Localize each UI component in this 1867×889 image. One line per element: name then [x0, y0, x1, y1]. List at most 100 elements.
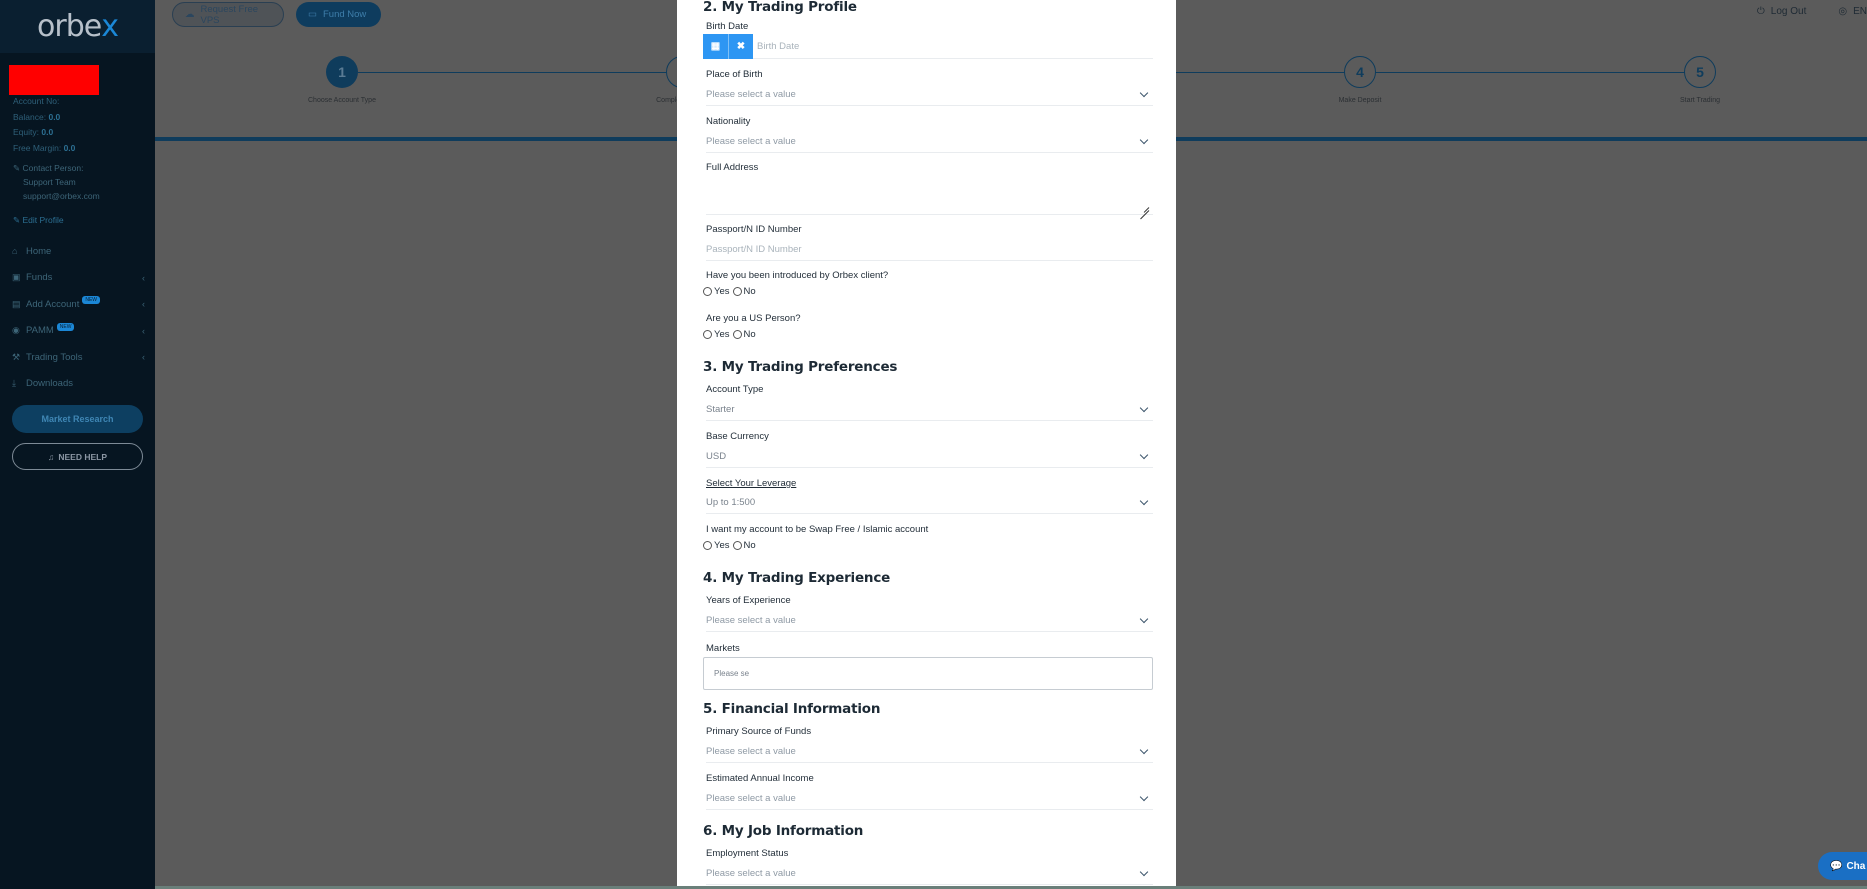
- step-5: 5: [1684, 56, 1716, 88]
- radio-button[interactable]: [703, 287, 712, 296]
- leverage-value: Up to 1:500: [706, 497, 756, 508]
- birth-date-label: Birth Date: [706, 21, 749, 32]
- introduced-yes-option[interactable]: Yes: [703, 286, 730, 297]
- sidebar-item-funds[interactable]: ▣ Funds ‹: [0, 265, 155, 292]
- base-currency-label: Base Currency: [706, 431, 769, 442]
- nationality-select[interactable]: Please select a value: [706, 131, 1153, 153]
- chevron-left-icon: ‹: [142, 299, 145, 310]
- section-trading-experience-title: 4. My Trading Experience: [703, 570, 891, 586]
- chevron-down-icon: [1139, 616, 1149, 626]
- annual-income-label: Estimated Annual Income: [706, 773, 814, 784]
- calendar-icon[interactable]: ▦: [703, 33, 728, 59]
- section-job-information-title: 6. My Job Information: [703, 823, 864, 839]
- employment-status-select[interactable]: Please select a value: [706, 863, 1153, 885]
- place-of-birth-label: Place of Birth: [706, 69, 763, 80]
- orbex-logo[interactable]: orbe x: [0, 0, 155, 53]
- account-type-select[interactable]: Starter: [706, 399, 1153, 421]
- annual-income-select[interactable]: Please select a value: [706, 788, 1153, 810]
- request-vps-button[interactable]: ☁ Request Free VPS: [172, 2, 284, 27]
- balance-label: Balance:: [13, 111, 47, 122]
- no-label: No: [743, 540, 756, 551]
- base-currency-select[interactable]: USD: [706, 446, 1153, 468]
- section-financial-information-title: 5. Financial Information: [703, 701, 881, 717]
- language-selector[interactable]: EN: [1853, 6, 1867, 17]
- swap-free-yes-option[interactable]: Yes: [703, 540, 730, 551]
- sidebar-item-label: PAMM: [26, 325, 54, 337]
- swap-free-no-option[interactable]: No: [732, 540, 756, 551]
- full-address-label: Full Address: [706, 162, 759, 173]
- annual-income-value: Please select a value: [706, 793, 796, 804]
- chevron-left-icon: ‹: [142, 352, 145, 363]
- top-right-actions: ⏻ Log Out ◎ EN: [1757, 6, 1867, 17]
- balance-row: Balance: 0.0: [13, 110, 75, 126]
- cloud-icon: ☁: [185, 9, 195, 20]
- primary-source-select[interactable]: Please select a value: [706, 741, 1153, 763]
- market-research-button[interactable]: Market Research: [12, 405, 143, 433]
- sidebar: orbe x Account No: Balance: 0.0 Equity: 0…: [0, 0, 155, 889]
- new-badge: NEW: [82, 296, 101, 305]
- account-summary: Account No: Balance: 0.0 Equity: 0.0 Fre…: [13, 94, 75, 156]
- birth-date-field: ▦ ✖ Birth Date: [703, 33, 1153, 59]
- equity-row: Equity: 0.0: [13, 125, 75, 141]
- resize-handle-icon[interactable]: [1140, 202, 1149, 211]
- account-type-label: Account Type: [706, 384, 764, 395]
- markets-label: Markets: [706, 643, 740, 654]
- edit-profile-link[interactable]: ✎ Edit Profile: [13, 215, 64, 226]
- chevron-left-icon: ‹: [142, 272, 145, 283]
- logo-x: x: [101, 9, 119, 44]
- sidebar-item-label: Trading Tools: [26, 351, 83, 363]
- chevron-down-icon: [1139, 137, 1149, 147]
- place-of-birth-select[interactable]: Please select a value: [706, 84, 1153, 106]
- sidebar-item-trading-tools[interactable]: ⚒ Trading Tools ‹: [0, 344, 155, 371]
- full-address-textarea[interactable]: [706, 177, 1153, 215]
- chevron-down-icon: [1139, 498, 1149, 508]
- radio-button[interactable]: [703, 330, 712, 339]
- base-currency-value: USD: [706, 451, 727, 462]
- introduced-no-option[interactable]: No: [732, 286, 756, 297]
- need-help-button[interactable]: ♫ NEED HELP: [12, 443, 143, 470]
- sidebar-item-add-account[interactable]: ▤ Add Account NEW ‹: [0, 291, 155, 318]
- registration-modal: 2. My Trading Profile Birth Date ▦ ✖ Bir…: [677, 0, 1176, 889]
- us-person-yes-option[interactable]: Yes: [703, 329, 730, 340]
- logout-link[interactable]: Log Out: [1771, 6, 1807, 17]
- us-person-no-option[interactable]: No: [732, 329, 756, 340]
- fund-now-button[interactable]: ▭ Fund Now: [296, 2, 381, 27]
- chat-bubble-icon: 💬: [1830, 860, 1843, 872]
- chat-widget-button[interactable]: 💬 Cha: [1818, 852, 1867, 880]
- contact-label-row: ✎ Contact Person:: [13, 161, 100, 175]
- passport-input[interactable]: Passport/N ID Number: [706, 239, 1153, 261]
- radio-button[interactable]: [732, 287, 742, 296]
- sidebar-item-label: Funds: [26, 272, 53, 284]
- bell-icon: ♫: [47, 451, 55, 462]
- add-account-icon: ▤: [12, 298, 21, 309]
- request-vps-label: Request Free VPS: [200, 3, 259, 26]
- contact-email[interactable]: support@orbex.com: [13, 189, 100, 203]
- chevron-down-icon: [1139, 869, 1149, 879]
- redacted-account-info: [9, 65, 99, 95]
- pamm-icon: ◉: [12, 325, 20, 336]
- years-of-experience-value: Please select a value: [706, 615, 796, 626]
- leverage-label[interactable]: Select Your Leverage: [706, 478, 796, 489]
- us-person-question: Are you a US Person?: [706, 313, 801, 324]
- chevron-left-icon: ‹: [142, 325, 145, 336]
- contact-person: ✎ Contact Person: Support Team support@o…: [13, 161, 100, 203]
- trading-tools-icon: ⚒: [12, 351, 21, 362]
- sidebar-item-home[interactable]: ⌂ Home: [0, 238, 155, 265]
- no-label: No: [743, 329, 756, 340]
- leverage-select[interactable]: Up to 1:500: [706, 492, 1153, 514]
- sidebar-item-pamm[interactable]: ◉ PAMM NEW ‹: [0, 318, 155, 345]
- chevron-down-icon: [1139, 405, 1149, 415]
- clear-date-icon[interactable]: ✖: [728, 33, 753, 59]
- home-icon: ⌂: [12, 246, 18, 257]
- pencil-icon: ✎: [13, 215, 21, 225]
- chevron-down-icon: [1139, 90, 1149, 100]
- markets-multiselect[interactable]: Please se: [703, 657, 1153, 690]
- years-of-experience-select[interactable]: Please select a value: [706, 610, 1153, 632]
- sidebar-item-downloads[interactable]: ⤓ Downloads: [0, 371, 155, 398]
- equity-label: Equity:: [13, 127, 39, 137]
- radio-button[interactable]: [732, 541, 742, 550]
- radio-button[interactable]: [732, 330, 742, 339]
- radio-button[interactable]: [703, 541, 712, 550]
- sidebar-item-label: Downloads: [26, 378, 73, 390]
- birth-date-input[interactable]: Birth Date: [757, 41, 799, 52]
